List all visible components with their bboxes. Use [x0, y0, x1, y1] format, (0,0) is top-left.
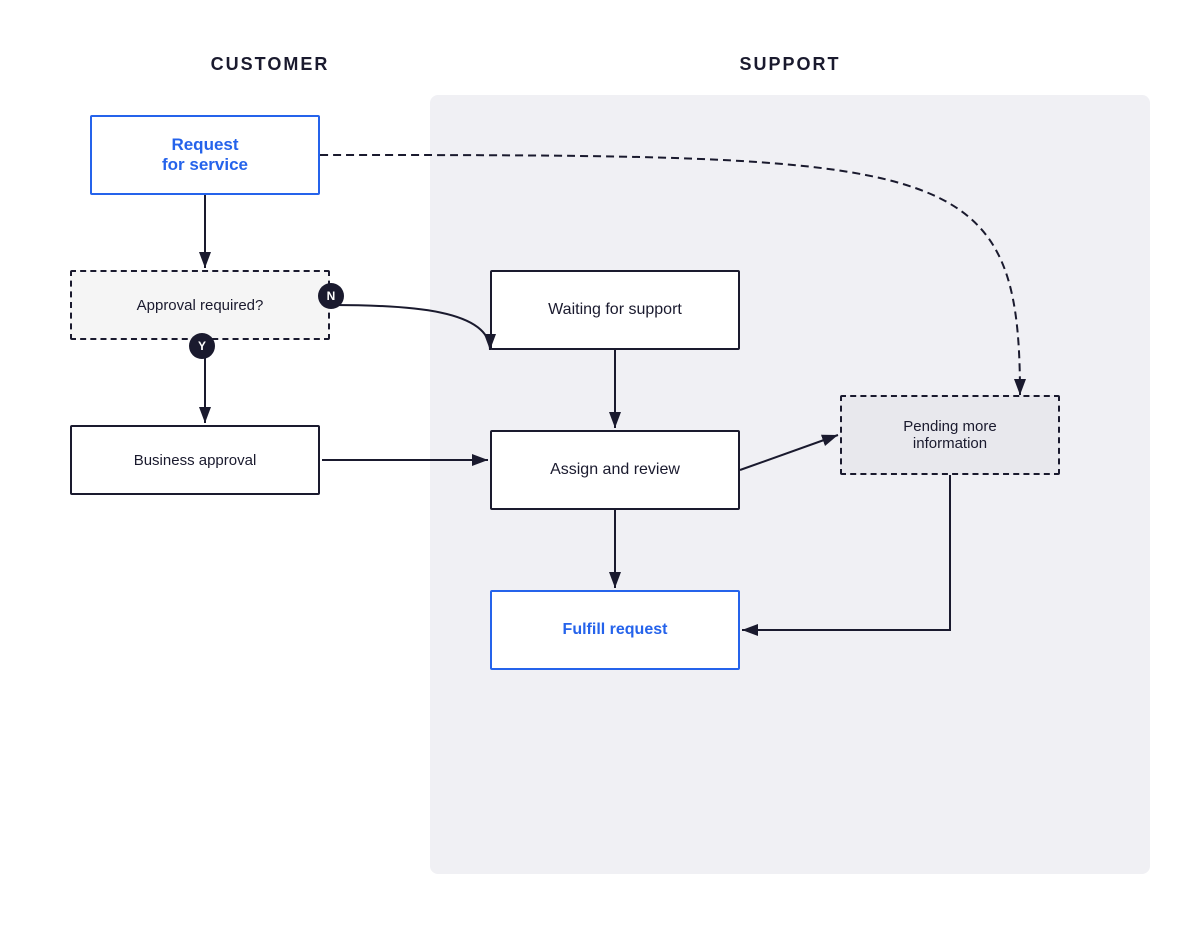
lanes-container: Request for service Approval required? B… [50, 95, 1150, 874]
lane-headers: CUSTOMER SUPPORT [50, 54, 1150, 75]
customer-lane: Request for service Approval required? B… [50, 95, 430, 874]
waiting-for-support-box: Waiting for support [490, 270, 740, 350]
request-service-label: Request for service [162, 135, 248, 175]
support-lane: Waiting for support Assign and review Fu… [430, 95, 1150, 874]
approval-required-label: Approval required? [137, 297, 264, 314]
n-badge: N [318, 283, 344, 309]
diagram-wrapper: CUSTOMER SUPPORT Request for service App… [50, 54, 1150, 874]
business-approval-label: Business approval [134, 452, 257, 469]
fulfill-request-label: Fulfill request [563, 621, 668, 639]
y-badge: Y [189, 333, 215, 359]
assign-and-review-box: Assign and review [490, 430, 740, 510]
assign-and-review-label: Assign and review [550, 461, 680, 479]
support-header: SUPPORT [460, 54, 1120, 75]
business-approval-box: Business approval [70, 425, 320, 495]
pending-more-info-label: Pending more information [903, 418, 996, 452]
customer-header: CUSTOMER [80, 54, 460, 75]
request-service-box: Request for service [90, 115, 320, 195]
waiting-for-support-label: Waiting for support [548, 301, 682, 319]
pending-more-info-box: Pending more information [840, 395, 1060, 475]
fulfill-request-box: Fulfill request [490, 590, 740, 670]
approval-required-box: Approval required? [70, 270, 330, 340]
